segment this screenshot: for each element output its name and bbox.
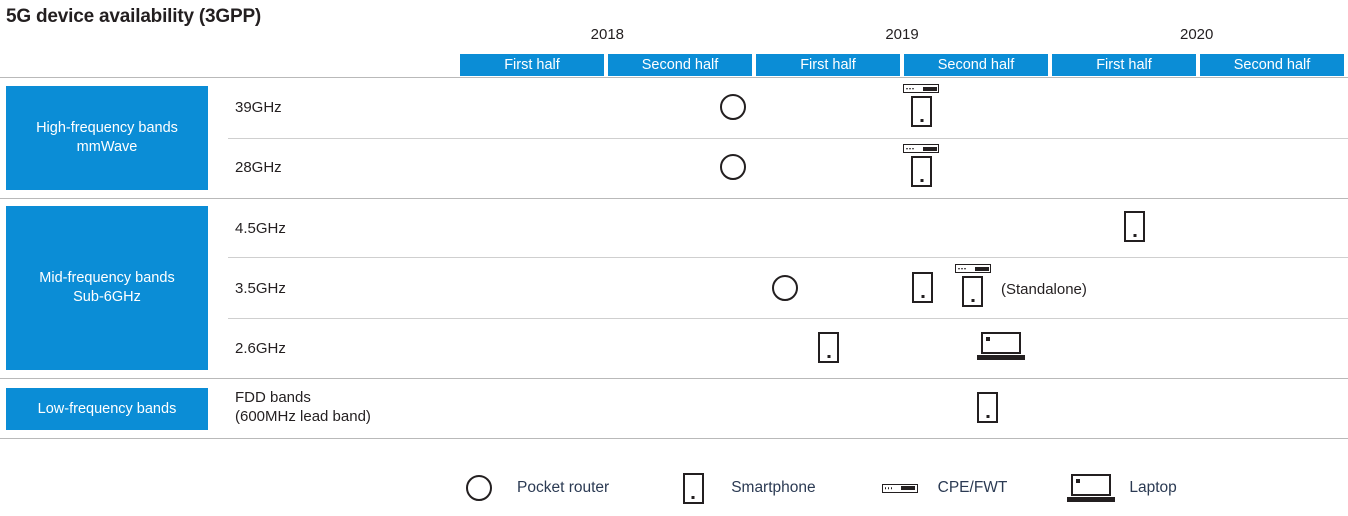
cell-28ghz-2018-second-half[interactable] (720, 154, 746, 180)
column-header-2018-second-half[interactable]: Second half (608, 54, 752, 76)
cell-26ghz-2019-second-half[interactable] (977, 332, 1025, 360)
half-year-header-row: First half Second half First half Second… (460, 54, 1344, 76)
smartphone-icon (911, 96, 932, 127)
smartphone-icon (962, 276, 983, 307)
standalone-annotation: (Standalone) (1001, 281, 1087, 298)
cell-35ghz-2020-first-half[interactable]: (Standalone) (955, 264, 1087, 307)
cpe-body-block (974, 266, 989, 271)
pocket-router-icon (466, 475, 492, 501)
band-label-28ghz: 28GHz (235, 159, 282, 176)
smartphone-icon (818, 332, 839, 363)
year-header-row: 2018 2019 2020 (460, 24, 1344, 46)
legend-icon-box (1067, 474, 1116, 502)
legend-label-cpe-fwt: CPE/FWT (937, 479, 1008, 496)
column-header-2020-first-half[interactable]: First half (1052, 54, 1196, 76)
legend-icon-box (876, 483, 924, 493)
pocket-router-icon (720, 94, 746, 120)
legend-item-pocket-router[interactable]: Pocket router (455, 475, 609, 501)
column-header-2019-first-half[interactable]: First half (756, 54, 900, 76)
legend-item-cpe-fwt[interactable]: CPE/FWT (876, 479, 1008, 497)
cpe-led-dots (906, 87, 914, 90)
rule-row-45ghz-bottom (228, 257, 1348, 258)
cpe-fwt-icon (881, 483, 918, 493)
cell-26ghz-2019-first-half[interactable] (818, 332, 839, 363)
category-block-high-frequency: High-frequency bands mmWave (6, 86, 208, 190)
standalone-icon-group (955, 264, 991, 307)
cpe-fwt-icon (903, 144, 939, 153)
legend-item-laptop[interactable]: Laptop (1067, 474, 1177, 502)
rule-row-39ghz-bottom (228, 138, 1348, 139)
year-label-2020: 2020 (1179, 26, 1214, 43)
cell-35ghz-2019-second-half[interactable] (912, 272, 933, 303)
category-label-mid-frequency: Mid-frequency bands Sub-6GHz (39, 270, 175, 305)
legend-icon-box (669, 472, 717, 504)
legend-label-laptop: Laptop (1129, 479, 1177, 496)
cpe-led-dots (958, 267, 966, 270)
year-label-2019: 2019 (885, 26, 919, 43)
band-label-26ghz: 2.6GHz (235, 340, 286, 357)
legend-item-smartphone[interactable]: Smartphone (669, 472, 816, 504)
laptop-icon (977, 332, 1025, 360)
legend: Pocket router Smartphone CPE/FWT Laptop (455, 468, 1177, 508)
cell-fdd-2019-second-half[interactable] (977, 392, 998, 423)
cell-45ghz-2020-first-half[interactable] (1124, 211, 1145, 242)
band-label-fdd-bands: FDD bands (600MHz lead band) (235, 389, 371, 425)
smartphone-icon (977, 392, 998, 423)
column-header-2019-second-half[interactable]: Second half (904, 54, 1048, 76)
category-block-mid-frequency: Mid-frequency bands Sub-6GHz (6, 206, 208, 370)
cpe-led-dots (884, 487, 893, 489)
cpe-body-block (901, 486, 916, 490)
rule-group-high-bottom (0, 198, 1348, 199)
cpe-body-block (922, 146, 937, 151)
band-label-45ghz: 4.5GHz (235, 220, 286, 237)
rule-group-mid-bottom (0, 378, 1348, 379)
rule-group-low-bottom (0, 438, 1348, 439)
smartphone-icon (911, 156, 932, 187)
smartphone-icon (912, 272, 933, 303)
column-header-2018-first-half[interactable]: First half (460, 54, 604, 76)
legend-label-pocket-router: Pocket router (517, 479, 610, 496)
legend-icon-box (455, 475, 503, 501)
laptop-icon (1067, 474, 1116, 502)
laptop-screen (981, 332, 1021, 354)
cpe-fwt-icon (955, 264, 991, 273)
band-label-39ghz: 39GHz (235, 99, 282, 116)
laptop-base (1067, 497, 1116, 502)
band-label-35ghz: 3.5GHz (235, 280, 286, 297)
legend-label-smartphone: Smartphone (731, 479, 816, 496)
page-title: 5G device availability (3GPP) (6, 6, 262, 27)
category-block-low-frequency: Low-frequency bands (6, 388, 208, 430)
cell-28ghz-2019-first-half[interactable] (903, 144, 939, 187)
year-label-2018: 2018 (590, 26, 625, 43)
smartphone-icon (682, 472, 704, 504)
cell-39ghz-2018-second-half[interactable] (720, 94, 746, 120)
cpe-led-dots (906, 147, 914, 150)
rule-header-bottom (0, 77, 1348, 78)
laptop-screen (1071, 474, 1112, 496)
category-label-low-frequency: Low-frequency bands (37, 400, 177, 417)
cpe-body-block (922, 86, 937, 91)
category-label-high-frequency: High-frequency bands mmWave (36, 120, 178, 155)
cpe-fwt-icon (903, 84, 939, 93)
rule-row-35ghz-bottom (228, 318, 1348, 319)
smartphone-icon (1124, 211, 1145, 242)
column-header-2020-second-half[interactable]: Second half (1200, 54, 1344, 76)
pocket-router-icon (720, 154, 746, 180)
laptop-base (977, 355, 1025, 360)
pocket-router-icon (772, 275, 798, 301)
cell-39ghz-2019-first-half[interactable] (903, 84, 939, 127)
cell-35ghz-2019-first-half[interactable] (772, 275, 798, 301)
